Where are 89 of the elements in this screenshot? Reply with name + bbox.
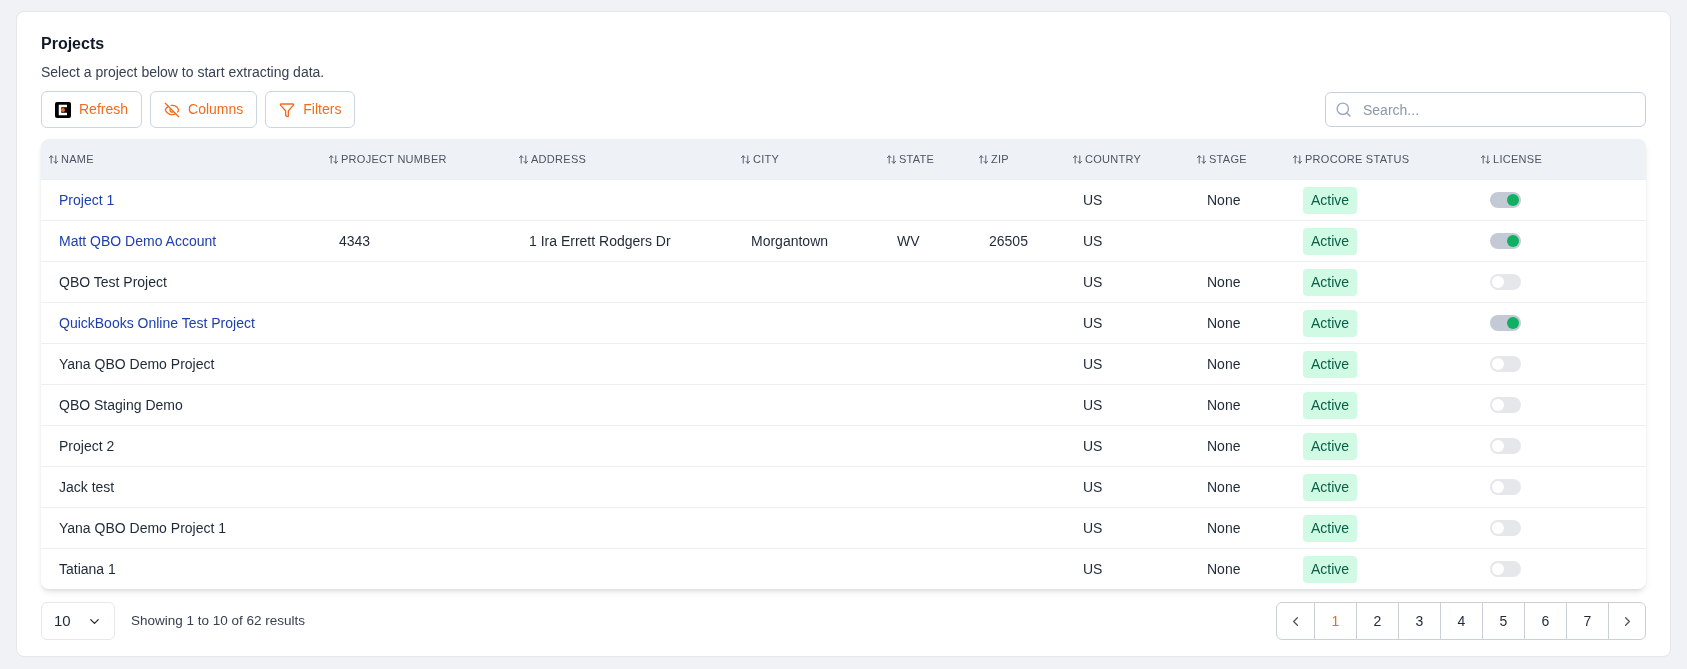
status-badge: Active <box>1303 186 1358 214</box>
column-header[interactable]: PROJECT NUMBER <box>328 150 518 168</box>
license-toggle[interactable] <box>1490 561 1521 577</box>
sort-icon <box>1072 153 1083 165</box>
page-button[interactable]: 6 <box>1524 603 1566 639</box>
table-cell-text: US <box>1082 190 1104 210</box>
table-cell-text: None <box>1206 518 1242 538</box>
sort-icon <box>978 153 989 165</box>
column-header[interactable]: PROCORE STATUS <box>1292 150 1480 168</box>
column-header[interactable]: ADDRESS <box>518 150 740 168</box>
license-toggle[interactable] <box>1490 397 1521 413</box>
table-cell-text: US <box>1082 518 1104 538</box>
table-cell-text: Jack test <box>58 477 116 497</box>
table-cell-text: 26505 <box>988 231 1029 251</box>
table-cell-text: None <box>1206 313 1242 333</box>
sort-icon <box>1292 153 1303 165</box>
table-cell-text: None <box>1206 477 1242 497</box>
license-toggle[interactable] <box>1490 520 1521 536</box>
table-cell-text: None <box>1206 190 1242 210</box>
table-cell-text: US <box>1082 231 1104 251</box>
status-badge: Active <box>1303 432 1358 460</box>
license-toggle[interactable] <box>1490 356 1521 372</box>
table-cell-text: WV <box>896 231 921 251</box>
table-cell-text: None <box>1206 559 1242 579</box>
sort-icon <box>1480 153 1491 165</box>
status-badge: Active <box>1303 391 1358 419</box>
column-header[interactable]: LICENSE <box>1480 150 1639 168</box>
column-header[interactable]: ZIP <box>978 150 1072 168</box>
status-badge: Active <box>1303 555 1358 583</box>
table-cell-text: US <box>1082 395 1104 415</box>
column-header[interactable]: STAGE <box>1196 150 1292 168</box>
table-cell-text: QBO Test Project <box>58 272 168 292</box>
status-badge: Active <box>1303 227 1358 255</box>
eye-off-icon <box>164 101 181 118</box>
results-summary: Showing 1 to 10 of 62 results <box>131 611 306 630</box>
page-title: Projects <box>41 34 106 54</box>
table-cell-text: US <box>1082 313 1104 333</box>
license-toggle[interactable] <box>1490 192 1521 208</box>
table-cell-text: Project 2 <box>58 436 116 456</box>
table-cell-text: US <box>1082 354 1104 374</box>
column-header[interactable]: NAME <box>48 150 328 168</box>
table-cell-text: None <box>1206 272 1242 292</box>
sort-icon <box>328 153 339 165</box>
table-cell-text: Morgantown <box>750 231 830 251</box>
table-cell-text: US <box>1082 272 1104 292</box>
sort-icon <box>886 153 897 165</box>
status-badge: Active <box>1303 268 1358 296</box>
table-cell-text: None <box>1206 395 1242 415</box>
license-toggle[interactable] <box>1490 479 1521 495</box>
project-link[interactable]: QuickBooks Online Test Project <box>48 312 328 334</box>
page-button[interactable]: 5 <box>1482 603 1524 639</box>
status-badge: Active <box>1303 473 1358 501</box>
filter-icon <box>279 101 296 118</box>
project-link[interactable]: Matt QBO Demo Account <box>48 230 328 252</box>
column-header[interactable]: COUNTRY <box>1072 150 1196 168</box>
search-field[interactable]: Search... <box>1325 92 1646 127</box>
table-cell-text: QBO Staging Demo <box>58 395 184 415</box>
search-icon <box>1335 101 1352 118</box>
license-toggle[interactable] <box>1490 438 1521 454</box>
license-toggle[interactable] <box>1490 233 1521 249</box>
page-button[interactable]: 3 <box>1398 603 1440 639</box>
table-cell-text: 1 Ira Errett Rodgers Dr <box>528 231 672 251</box>
license-toggle[interactable] <box>1490 315 1521 331</box>
status-badge: Active <box>1303 309 1358 337</box>
table-cell-text: None <box>1206 436 1242 456</box>
table-cell-text: Yana QBO Demo Project 1 <box>58 518 228 538</box>
project-link[interactable]: Project 1 <box>48 189 328 211</box>
page-size-select[interactable]: 10 <box>41 602 115 640</box>
page-subtitle: Select a project below to start extracting data. <box>41 63 326 82</box>
column-header[interactable]: CITY <box>740 150 886 168</box>
page-button[interactable]: 7 <box>1566 603 1608 639</box>
status-badge: Active <box>1303 350 1358 378</box>
table-cell-text: None <box>1206 354 1242 374</box>
sort-icon <box>740 153 751 165</box>
page-button[interactable]: 4 <box>1440 603 1482 639</box>
logo-icon <box>55 101 71 118</box>
column-header[interactable]: STATE <box>886 150 978 168</box>
table-cell-text: 4343 <box>338 231 372 251</box>
status-badge: Active <box>1303 514 1358 542</box>
table-cell-text: US <box>1082 559 1104 579</box>
sort-icon <box>48 153 59 165</box>
table-cell-text: Tatiana 1 <box>58 559 117 579</box>
page-button[interactable]: 2 <box>1356 603 1398 639</box>
table-cell-text: Yana QBO Demo Project <box>58 354 216 374</box>
license-toggle[interactable] <box>1490 274 1521 290</box>
table-cell-text: US <box>1082 436 1104 456</box>
sort-icon <box>518 153 529 165</box>
sort-icon <box>1196 153 1207 165</box>
table-cell-text: US <box>1082 477 1104 497</box>
